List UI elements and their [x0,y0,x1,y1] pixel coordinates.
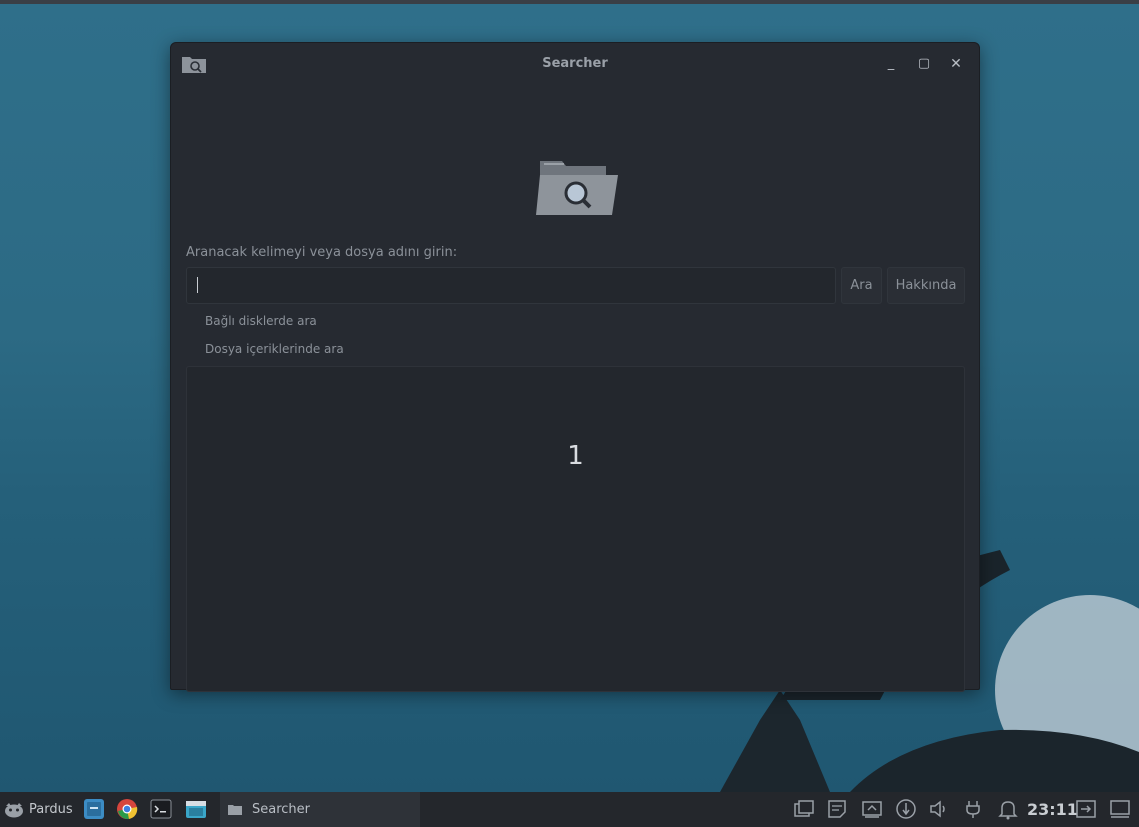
bell-icon[interactable] [997,798,1019,820]
search-input[interactable] [186,267,836,304]
task-title: Searcher [252,802,311,817]
chrome-icon[interactable] [116,798,138,820]
searcher-window: Searcher _ ▢ ✕ Aranacak kelimeyi veya do… [170,42,980,692]
store-icon[interactable] [185,798,207,820]
maximize-button[interactable]: ▢ [915,55,933,73]
search-prompt-label: Aranacak kelimeyi veya dosya adını girin… [186,245,458,260]
start-menu-button[interactable]: Pardus [4,792,78,827]
task-button-searcher[interactable]: Searcher [220,792,420,827]
folder-search-icon [536,161,618,215]
start-menu-label: Pardus [29,802,73,817]
search-button[interactable]: Ara [841,267,882,304]
file-manager-icon[interactable] [83,798,105,820]
minimize-button[interactable]: _ [882,55,900,73]
workspaces-icon[interactable] [793,798,815,820]
clock[interactable]: 23:11 [1027,792,1078,827]
mounted-disks-checkbox[interactable]: Bağlı disklerde ara [205,314,317,328]
notes-icon[interactable] [826,798,848,820]
logout-icon[interactable] [1075,798,1097,820]
taskbar: Pardus Searcher 23:11 [0,792,1139,827]
about-button[interactable]: Hakkında [887,267,965,304]
close-button[interactable]: ✕ [947,55,965,73]
pardus-logo-icon [5,802,23,817]
window-titlebar[interactable]: Searcher _ ▢ ✕ [171,43,979,85]
results-panel[interactable]: 1 [186,366,965,692]
folder-icon [228,805,242,815]
results-count: 1 [567,441,584,471]
volume-icon[interactable] [928,798,950,820]
text-caret [197,277,198,293]
network-icon[interactable] [895,798,917,820]
terminal-icon[interactable] [150,798,172,820]
window-title: Searcher [542,56,608,71]
power-plug-icon[interactable] [962,798,984,820]
screenshot-icon[interactable] [861,798,883,820]
window-content: Aranacak kelimeyi veya dosya adını girin… [175,85,975,692]
file-contents-checkbox[interactable]: Dosya içeriklerinde ara [205,342,344,356]
show-desktop-icon[interactable] [1109,798,1131,820]
